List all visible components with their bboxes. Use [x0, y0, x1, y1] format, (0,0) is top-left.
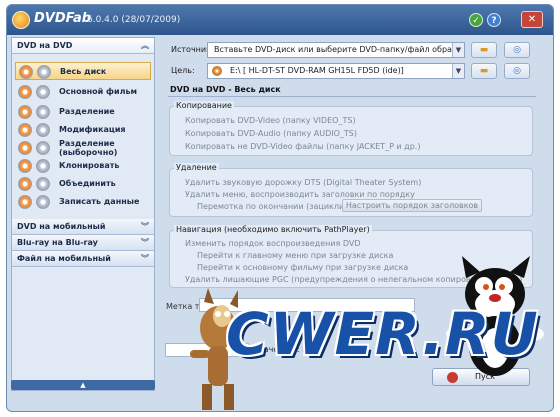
divider [168, 96, 536, 97]
category-dvd-to-mobile[interactable]: DVD на мобильный ︾ [12, 219, 154, 235]
mode-label: Модификация [59, 125, 126, 134]
source-folder-button[interactable]: ▬ [471, 42, 497, 58]
mode-label: Разделение [59, 107, 115, 116]
disc-copy-icon [18, 85, 56, 99]
disc-copy-icon [18, 177, 56, 191]
disc-copy-icon [18, 105, 56, 119]
source-combo[interactable]: Вставьте DVD-диск или выберите DVD-папку… [207, 42, 465, 58]
question-icon[interactable]: ? [487, 13, 501, 27]
chevron-down-icon: ︾ [141, 222, 149, 231]
mode-item-main-movie[interactable]: Основной фильм [15, 83, 151, 101]
app-name: DVDFab [34, 11, 92, 26]
chevron-down-icon[interactable]: ▼ [452, 64, 464, 78]
check-icon[interactable]: ✓ [469, 13, 483, 27]
disc-copy-icon [18, 123, 56, 137]
option-change-playback-order[interactable]: Изменить порядок воспроизведения DVD [185, 239, 361, 248]
disc-copy-icon [18, 159, 56, 173]
option-jump-main-menu[interactable]: Перейти к главному меню при загрузке дис… [197, 251, 393, 260]
watermark-text: CWER.RU [226, 300, 539, 368]
disc-copy-icon [19, 65, 57, 79]
mode-item-clone[interactable]: Клонировать [15, 157, 151, 175]
mode-label: Разделение (выборочно) [59, 139, 118, 157]
mode-item-write-data[interactable]: Записать данные [15, 193, 151, 211]
mode-label: Основной фильм [59, 87, 138, 96]
category-bluray-to-bluray[interactable]: Blu-ray на Blu-ray ︾ [12, 235, 154, 251]
mode-item-customize-split[interactable]: Разделение (выборочно) [15, 139, 151, 159]
page-title: DVD на DVD - Весь диск [170, 85, 281, 94]
category-dvd-to-dvd[interactable]: DVD на DVD ︽ [12, 38, 154, 54]
disc-copy-icon [18, 195, 56, 209]
category-label: Blu-ray на Blu-ray [17, 238, 98, 247]
source-value: Вставьте DVD-диск или выберите DVD-папку… [214, 45, 462, 54]
mode-sidebar: DVD на DVD ︽ Весь диск Основной фильм Ра… [11, 37, 155, 391]
title-bar: DVDFab 6.0.4.0 (28/07/2009) ✓ ? ✕ [7, 5, 553, 35]
category-label: DVD на DVD [17, 41, 73, 50]
group-title: Навигация (необходимо включить PathPlaye… [174, 225, 372, 234]
option-remove-dts[interactable]: Удалить звуковую дорожку DTS (Digital Th… [185, 178, 421, 187]
app-version: 6.0.4.0 (28/07/2009) [87, 15, 181, 25]
disc-icon: ◎ [513, 66, 521, 76]
category-label: DVD на мобильный [17, 222, 106, 231]
close-icon[interactable]: ✕ [521, 11, 543, 28]
mode-label: Объединить [59, 179, 116, 188]
mode-item-customize[interactable]: Модификация [15, 121, 151, 139]
target-value: E:\ [ HL-DT-ST DVD-RAM GH15L FD5D (ide)] [230, 66, 404, 75]
option-loop-rewind[interactable]: Перемотка по окончании (зациклить) [197, 202, 357, 211]
chevron-up-icon: ︽ [141, 41, 149, 50]
target-combo[interactable]: E:\ [ HL-DT-ST DVD-RAM GH15L FD5D (ide)]… [207, 63, 465, 79]
title-order-button[interactable]: Настроить порядок заголовков [342, 199, 482, 212]
category-file-to-mobile[interactable]: Файл на мобильный ︾ [12, 251, 154, 267]
source-disc-button[interactable]: ◎ [504, 42, 530, 58]
mode-label: Весь диск [60, 67, 107, 76]
disc-copy-icon [18, 141, 56, 155]
folder-icon: ▬ [479, 45, 489, 55]
dvdfab-logo-icon [12, 11, 30, 29]
option-copy-non-video[interactable]: Копировать не DVD-Video файлы (папку JAC… [185, 142, 420, 151]
mode-label: Клонировать [59, 161, 120, 170]
chevron-down-icon: ︾ [141, 238, 149, 247]
group-title: Копирование [174, 101, 234, 110]
target-disc-button[interactable]: ◎ [504, 63, 530, 79]
sidebar-collapse-button[interactable]: ▲ [11, 380, 155, 390]
group-title: Удаление [174, 163, 219, 172]
target-folder-button[interactable]: ▬ [471, 63, 497, 79]
mode-label: Записать данные [59, 197, 140, 206]
mode-item-split[interactable]: Разделение [15, 103, 151, 121]
option-jump-main-movie[interactable]: Перейти к основному фильму при загрузке … [197, 263, 408, 272]
disc-icon: ◎ [513, 45, 521, 55]
mode-item-full-disc[interactable]: Весь диск [15, 62, 151, 80]
drive-icon [212, 66, 222, 76]
option-copy-video-ts[interactable]: Копировать DVD-Video (папку VIDEO_TS) [185, 116, 356, 125]
target-label: Цель: [171, 66, 195, 75]
option-remove-menu[interactable]: Удалить меню, воспроизводить заголовки п… [185, 190, 415, 199]
option-copy-audio-ts[interactable]: Копировать DVD-Audio (папку AUDIO_TS) [185, 129, 357, 138]
folder-icon: ▬ [479, 66, 489, 76]
category-label: Файл на мобильный [17, 254, 111, 263]
chevron-down-icon[interactable]: ▼ [452, 43, 464, 57]
chevron-down-icon: ︾ [141, 254, 149, 263]
mode-item-merge[interactable]: Объединить [15, 175, 151, 193]
